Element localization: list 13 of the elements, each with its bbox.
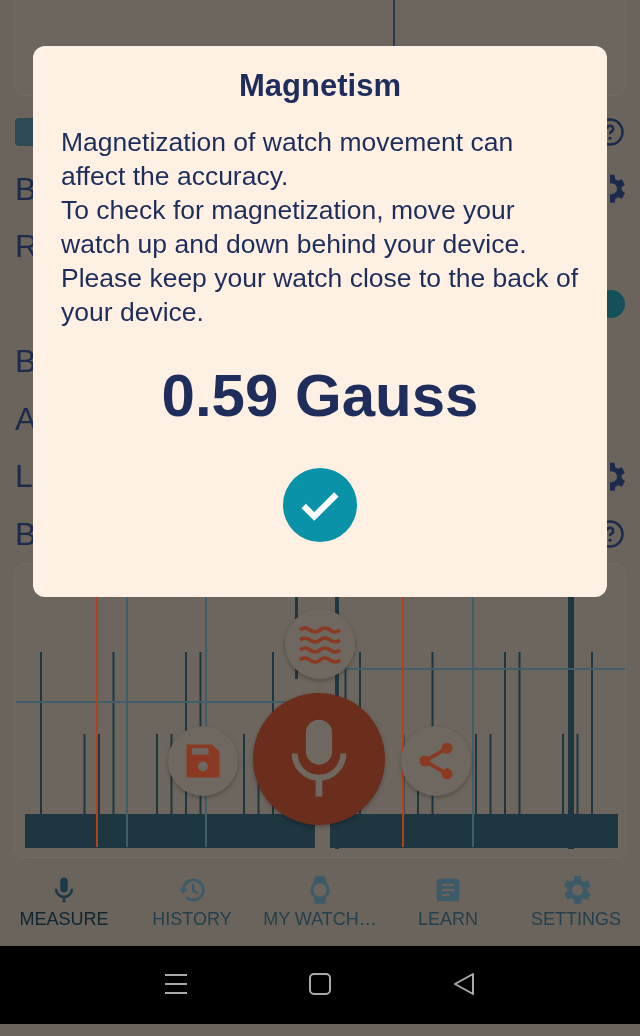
settings-icon bbox=[561, 874, 591, 905]
nav-tab[interactable]: LEARN bbox=[384, 858, 512, 946]
nav-tab[interactable]: HISTORY bbox=[128, 858, 256, 946]
nav-tab[interactable]: MY WATCH… bbox=[256, 858, 384, 946]
nav-tab[interactable]: SETTINGS bbox=[512, 858, 640, 946]
setting-label: L bbox=[15, 458, 33, 496]
waves-button[interactable] bbox=[285, 609, 355, 679]
dialog-title: Magnetism bbox=[239, 68, 401, 104]
nav-tab[interactable]: MEASURE bbox=[0, 858, 128, 946]
dialog-message: Magnetization of watch movement can affect the accuracy. To check for magnetization, move your watch up and down behind your device. Please keep your watch close to the back of your device. bbox=[61, 126, 579, 329]
gear-icon[interactable] bbox=[610, 461, 625, 492]
gauss-reading: 0.59 Gauss bbox=[161, 361, 479, 430]
gear-icon[interactable] bbox=[610, 174, 625, 205]
